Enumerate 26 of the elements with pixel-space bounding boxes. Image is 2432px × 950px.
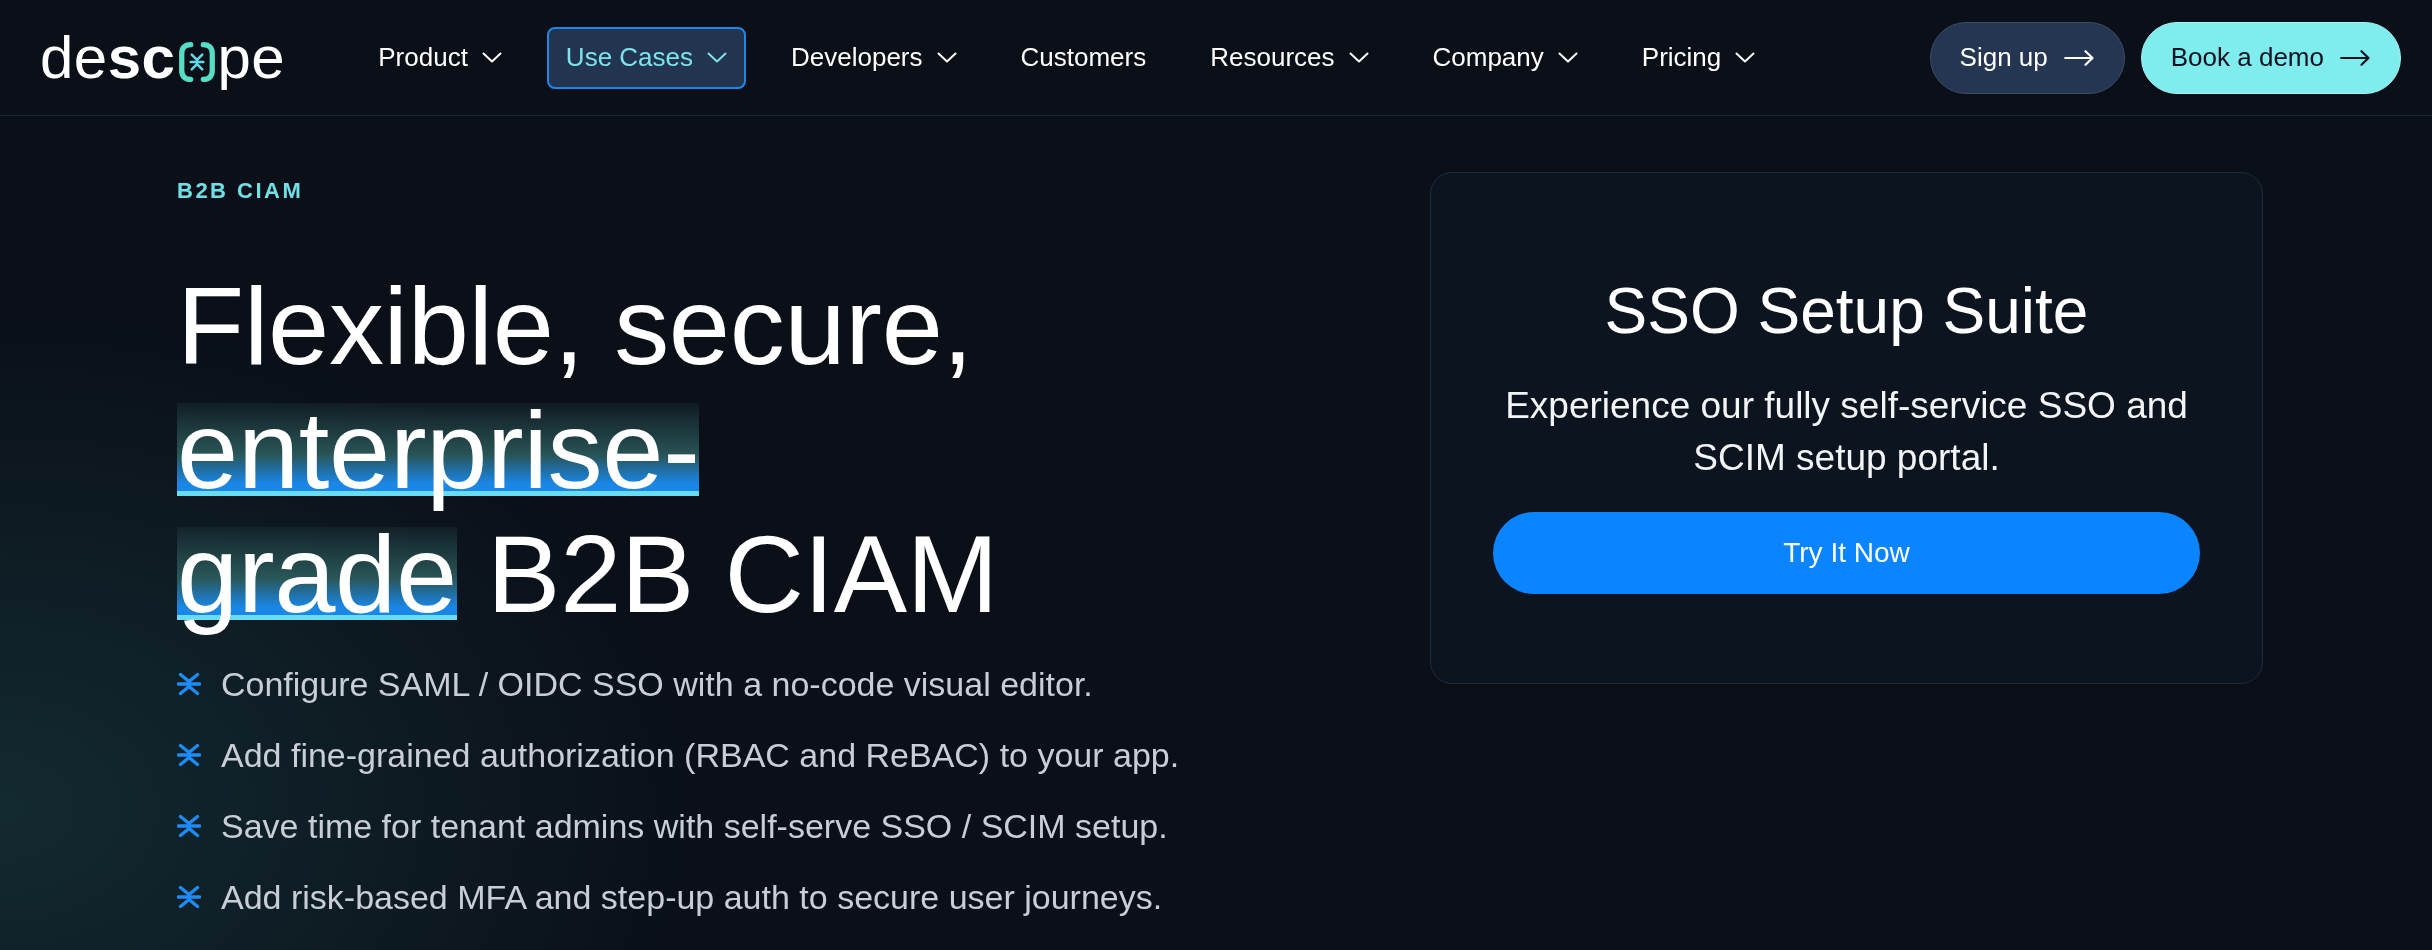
logo-icon — [178, 41, 215, 82]
nav-link[interactable]: Customers — [1001, 26, 1166, 89]
nav-menu-button[interactable]: Use Cases — [546, 26, 746, 89]
logo-text: pe — [217, 27, 286, 88]
nav-menu-button[interactable]: Company — [1413, 26, 1597, 89]
nav-menu-button[interactable]: Product — [359, 26, 521, 89]
card-description: Experience our fully self-service SSO and SCIM setup portal. — [1504, 384, 2189, 480]
asterisk-icon — [177, 672, 201, 696]
feature-text: Configure SAML / OIDC SSO with a no-code visual editor. — [221, 664, 1093, 705]
arrow-right-icon — [2063, 49, 2094, 66]
nav-menu-button[interactable]: Pricing — [1622, 26, 1775, 89]
category-label: B2B CIAM — [177, 177, 305, 205]
feature-text: Add fine-grained authorization (RBAC and ReBAC) to your app. — [221, 735, 1180, 776]
card-title: SSO Setup Suite — [1603, 274, 2090, 349]
arrow-right-icon — [2340, 49, 2370, 66]
asterisk-icon — [177, 814, 201, 838]
logo-text: desc — [40, 27, 176, 88]
book-demo-button[interactable]: Book a demo — [2140, 21, 2401, 94]
feature-text: Save time for tenant admins with self-serve SSO / SCIM setup. — [221, 806, 1168, 847]
sign-up-button[interactable]: Sign up — [1929, 21, 2125, 94]
nav-menu-button[interactable]: Developers — [772, 26, 976, 89]
try-it-now-button[interactable]: Try It Now — [1493, 512, 2200, 594]
feature-text: Add risk-based MFA and step-up auth to secure user journeys. — [221, 877, 1163, 918]
asterisk-icon — [177, 885, 201, 909]
nav-menu-button[interactable]: Resources — [1191, 26, 1388, 89]
asterisk-icon — [177, 743, 201, 767]
